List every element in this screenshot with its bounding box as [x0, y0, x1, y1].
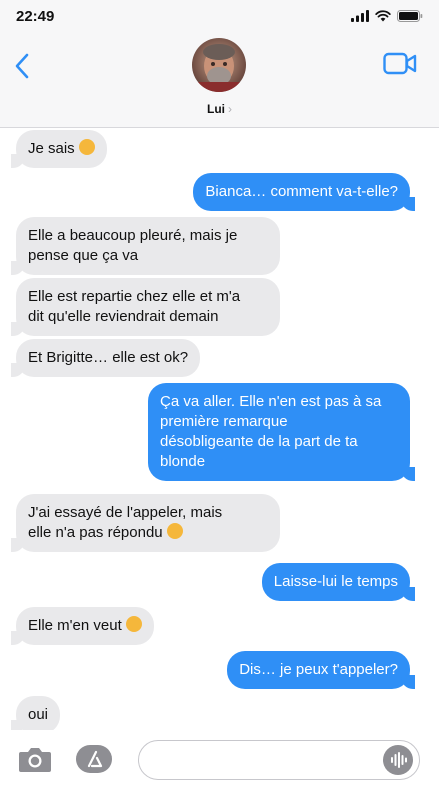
video-camera-icon: [383, 52, 417, 75]
message-text: Laisse-lui le temps: [273, 573, 398, 590]
message-line: Elle est repartie chez elle et m'a: [28, 288, 241, 305]
message-line: dit qu'elle reviendrait demain: [28, 308, 219, 325]
conversation-header: Lui ›: [0, 34, 439, 128]
outgoing-message[interactable]: Laisse-lui le temps: [261, 563, 416, 601]
flushed-face-emoji: [166, 523, 183, 539]
facetime-button[interactable]: [383, 52, 417, 76]
incoming-message[interactable]: Elle a beaucoup pleuré, mais je pense qu…: [11, 217, 280, 275]
incoming-message[interactable]: Et Brigitte… elle est ok?: [10, 339, 201, 377]
message-line: pense que ça va: [28, 247, 139, 264]
back-button[interactable]: [10, 50, 38, 82]
incoming-message[interactable]: Elle est repartie chez elle et m'a dit q…: [11, 278, 280, 336]
message-text: Je sais: [28, 140, 75, 157]
wifi-icon: [375, 10, 391, 22]
chevron-left-icon: [15, 53, 29, 79]
message-text: Elle m'en veut: [28, 617, 122, 634]
app-store-icon: [76, 745, 112, 773]
audio-message-button[interactable]: [383, 745, 413, 775]
contact-name-button[interactable]: Lui ›: [0, 102, 439, 116]
message-text: Et Brigitte… elle est ok?: [28, 349, 189, 366]
status-time: 22:49: [16, 8, 55, 25]
avatar-image: [192, 38, 246, 92]
message-input[interactable]: [138, 740, 420, 780]
camera-button[interactable]: [18, 745, 52, 773]
flushed-face-emoji: [125, 616, 142, 632]
battery-icon: [397, 10, 423, 22]
message-line: elle n'a pas répondu: [28, 524, 163, 541]
relieved-face-emoji: [78, 139, 95, 155]
message-thread: Je sais Bianca… comment va-t-elle? Elle …: [0, 129, 439, 734]
message-line: blonde: [160, 453, 206, 470]
outgoing-message[interactable]: Ça va aller. Elle n'en est pas à sa prem…: [148, 383, 415, 481]
incoming-message[interactable]: Je sais: [11, 130, 107, 168]
message-text: oui: [28, 706, 49, 723]
status-icons: [351, 10, 423, 22]
message-line: J'ai essayé de l'appeler, mais: [28, 504, 223, 521]
message-text: Bianca… comment va-t-elle?: [205, 183, 398, 200]
outgoing-message[interactable]: Dis… je peux t'appeler?: [227, 651, 415, 689]
message-text: Dis… je peux t'appeler?: [239, 661, 398, 678]
outgoing-message[interactable]: Bianca… comment va-t-elle?: [193, 173, 415, 211]
message-line: première remarque: [160, 413, 288, 430]
message-line: désobligeante de la part de ta: [160, 433, 358, 450]
contact-name: Lui: [207, 102, 225, 116]
message-line: Elle a beaucoup pleuré, mais je: [28, 227, 238, 244]
app-store-button[interactable]: [75, 744, 113, 774]
camera-icon: [19, 748, 51, 772]
chevron-right-icon: ›: [228, 102, 232, 116]
signal-icon: [351, 10, 369, 22]
audio-waveform-icon: [391, 752, 407, 768]
status-bar: 22:49: [0, 0, 439, 34]
incoming-message[interactable]: J'ai essayé de l'appeler, mais elle n'a …: [11, 494, 280, 552]
incoming-message[interactable]: oui: [10, 696, 61, 734]
composer-bar: [0, 730, 439, 790]
contact-avatar[interactable]: [192, 38, 246, 92]
incoming-message[interactable]: Elle m'en veut: [11, 607, 154, 645]
message-line: Ça va aller. Elle n'en est pas à sa: [160, 393, 382, 410]
